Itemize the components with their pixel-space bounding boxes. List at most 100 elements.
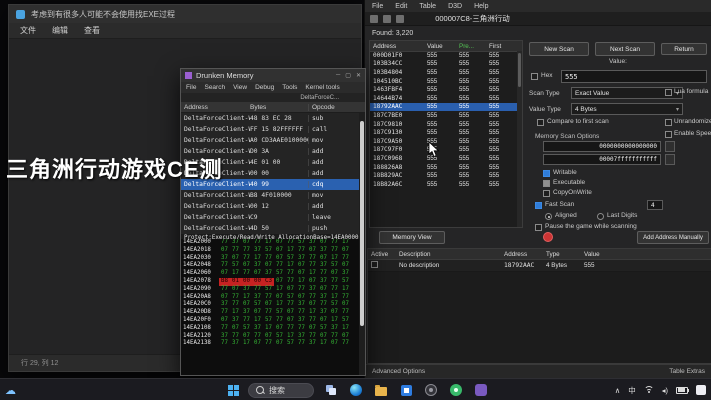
pause-game-checkbox[interactable] <box>535 224 542 231</box>
hex-row[interactable]: 14EA2090770737775717077737077717 <box>181 286 359 294</box>
advanced-options-button[interactable]: Advanced Options <box>372 368 425 375</box>
hex-row[interactable]: 14EA2030370777177707573777071777 <box>181 255 359 263</box>
minimize-icon[interactable]: ─ <box>336 72 340 79</box>
hex-row[interactable]: 14EA2078B8010000C307771707377757 <box>181 278 359 286</box>
scan-result-row[interactable]: 187C9810555555555 <box>370 120 517 129</box>
start-button[interactable] <box>228 385 239 396</box>
scan-result-row[interactable]: 187C0968555555555 <box>370 154 517 163</box>
table-extras-button[interactable]: Table Extras <box>669 368 705 375</box>
hex-row[interactable]: 14EA20A8077717377707570777371777 <box>181 294 359 302</box>
scan-result-row[interactable]: 000D01F0555555555 <box>370 51 517 60</box>
hex-row[interactable]: 14EA2018077777375707177707377707 <box>181 247 359 255</box>
disasm-row[interactable]: DeltaForceClient-WinC9leave <box>181 212 365 223</box>
notification-center-icon[interactable] <box>696 385 706 395</box>
active-checkbox[interactable] <box>371 261 378 268</box>
notepad-titlebar[interactable]: 考虑到有很多人可能不会使用找EXE过程 <box>9 5 361 23</box>
cheat-engine-logo-icon[interactable] <box>543 232 553 242</box>
task-view-button[interactable] <box>323 382 339 398</box>
scan-result-row[interactable]: 103B4804555555555 <box>370 68 517 77</box>
compare-first-checkbox[interactable] <box>537 119 544 126</box>
scan-result-row[interactable]: 187C9130555555555 <box>370 128 517 137</box>
fast-scan-checkbox[interactable] <box>535 202 542 209</box>
value-type-dropdown[interactable]: 4 Bytes ▾ <box>571 103 683 115</box>
hex-row[interactable]: 14EA20C0377707570717773707775707 <box>181 301 359 309</box>
menu-file[interactable]: 文件 <box>20 25 36 36</box>
app-button[interactable] <box>473 382 489 398</box>
recorder-button[interactable] <box>448 382 464 398</box>
module-selector[interactable]: DeltaForceC... <box>181 93 365 102</box>
scan-stop-address-input[interactable] <box>543 154 661 165</box>
store-button[interactable] <box>398 382 414 398</box>
hex-row[interactable]: 14EA2120377707770757173777077707 <box>181 333 359 341</box>
scan-result-row[interactable]: 1463FBF4555555555 <box>370 85 517 94</box>
ime-indicator[interactable]: 中 <box>628 385 636 396</box>
next-scan-button[interactable]: Next Scan <box>595 42 655 56</box>
new-scan-button[interactable]: New Scan <box>529 42 589 56</box>
last-digits-radio[interactable] <box>597 213 604 220</box>
disasm-row[interactable]: DeltaForceClient-Win48 83 EC 28sub <box>181 113 365 124</box>
maximize-icon[interactable]: ▢ <box>345 72 351 79</box>
menu-view[interactable]: View <box>233 84 247 91</box>
drunken-scrollbar[interactable] <box>359 113 365 375</box>
scan-result-row[interactable]: 187C97F0555555555 <box>370 146 517 155</box>
hex-row[interactable]: 14EA20D8771737077757077717370777 <box>181 309 359 317</box>
menu-search[interactable]: Search <box>204 84 225 91</box>
unrandomizer-checkbox[interactable] <box>665 119 672 126</box>
scan-result-row[interactable]: 18B829AC555555555 <box>370 171 517 180</box>
scan-result-row[interactable]: 18792AAC555555555 <box>370 103 517 112</box>
network-icon[interactable] <box>644 386 654 394</box>
hex-row[interactable]: 14EA2060071777073757770717770737 <box>181 270 359 278</box>
hex-row[interactable]: 14EA2000773707771707775737077717 <box>181 239 359 247</box>
hex-row[interactable]: 14EA20F0073777175777073777071757 <box>181 317 359 325</box>
disasm-row[interactable]: DeltaForceClient-Win4D 50push <box>181 223 365 234</box>
menu-file[interactable]: File <box>186 84 196 91</box>
close-icon[interactable]: ✕ <box>356 72 361 79</box>
disasm-row[interactable]: DeltaForceClient-WinA0 CD3AAE010000C010m… <box>181 135 365 146</box>
scrollbar-thumb[interactable] <box>360 121 364 326</box>
weather-icon[interactable]: ☁ <box>5 384 16 397</box>
menu-view[interactable]: 查看 <box>84 25 100 36</box>
hex-row[interactable]: 14EA2048775707370777170777375707 <box>181 262 359 270</box>
menu-table[interactable]: Table <box>419 3 436 10</box>
cheat-table-row[interactable]: No description18792AAC4 Bytes555 <box>368 260 711 272</box>
taskbar-search[interactable]: 搜索 <box>248 383 314 398</box>
battery-icon[interactable] <box>676 387 688 394</box>
results-scrollbar[interactable] <box>517 51 522 227</box>
drunken-titlebar[interactable]: Drunken Memory ─ ▢ ✕ <box>181 69 365 82</box>
volume-icon[interactable]: ◂) <box>662 386 668 395</box>
menu-d3d[interactable]: D3D <box>448 3 462 10</box>
stop-address-preset-button[interactable] <box>665 154 675 165</box>
menu-help[interactable]: Help <box>474 3 488 10</box>
scan-result-row[interactable]: 104510BC555555555 <box>370 77 517 86</box>
obs-button[interactable] <box>423 382 439 398</box>
edge-button[interactable] <box>348 382 364 398</box>
value-input[interactable] <box>561 70 707 83</box>
disasm-row[interactable]: DeltaForceClient-WinFF 15 82FFFFFFcall <box>181 124 365 135</box>
writable-checkbox[interactable] <box>543 170 550 177</box>
menu-debug[interactable]: Debug <box>255 84 274 91</box>
scan-result-row[interactable]: 103B34CC555555555 <box>370 60 517 69</box>
lua-formula-checkbox[interactable] <box>665 89 672 96</box>
menu-file[interactable]: File <box>372 3 383 10</box>
scan-result-row[interactable]: 18B82A6C555555555 <box>370 180 517 189</box>
hex-row[interactable]: 14EA2108770757371707777707573717 <box>181 325 359 333</box>
menu-kernel-tools[interactable]: Kernel tools <box>305 84 339 91</box>
start-address-preset-button[interactable] <box>665 141 675 152</box>
menu-edit[interactable]: 编辑 <box>52 25 68 36</box>
scan-start-address-input[interactable] <box>543 141 661 152</box>
scan-result-row[interactable]: 188826A8555555555 <box>370 163 517 172</box>
speedhack-checkbox[interactable] <box>665 131 672 138</box>
hex-row[interactable]: 14EA2138773717077707577737170777 <box>181 340 359 348</box>
scrollbar-thumb[interactable] <box>518 53 521 87</box>
undo-scan-button[interactable]: Return <box>661 43 707 55</box>
tray-overflow-caret-icon[interactable]: ∧ <box>615 386 621 395</box>
file-explorer-button[interactable] <box>373 382 389 398</box>
copyonwrite-checkbox[interactable] <box>543 190 550 197</box>
disasm-row[interactable]: DeltaForceClient-Win00 12add <box>181 201 365 212</box>
scan-result-row[interactable]: 14644B74555555555 <box>370 94 517 103</box>
memory-view-button[interactable]: Memory View <box>379 231 445 244</box>
alignment-input[interactable] <box>647 200 663 210</box>
add-address-button[interactable]: Add Address Manually <box>637 231 709 244</box>
menu-tools[interactable]: Tools <box>282 84 297 91</box>
executable-checkbox[interactable] <box>543 180 550 187</box>
